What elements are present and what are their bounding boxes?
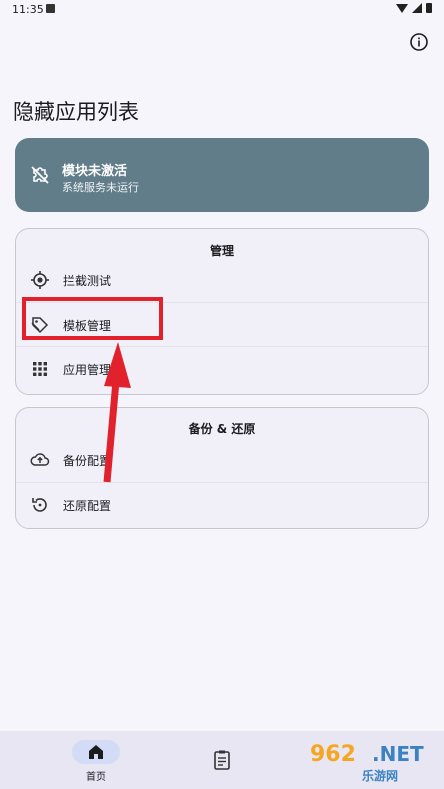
- page-title: 隐藏应用列表: [13, 100, 139, 124]
- clipboard-icon[interactable]: [212, 749, 232, 771]
- menu-item-label: 备份配置: [63, 454, 112, 468]
- menu-item-intercept-test[interactable]: 拦截测试: [16, 258, 428, 302]
- status-bar: 11:35: [0, 0, 444, 20]
- nav-home-label: 首页: [86, 772, 106, 783]
- nav-home[interactable]: 首页: [72, 738, 120, 784]
- apps-grid-icon: [33, 362, 47, 376]
- management-title: 管理: [209, 244, 234, 258]
- extension-off-icon: [31, 166, 49, 184]
- module-status-title: 模块未激活: [62, 164, 128, 179]
- menu-item-app-management[interactable]: 应用管理: [16, 346, 428, 391]
- watermark-main: 962: [310, 742, 356, 767]
- menu-item-restore-config[interactable]: 还原配置: [16, 482, 428, 527]
- restore-icon: [32, 498, 47, 512]
- menu-item-label: 还原配置: [63, 499, 112, 513]
- highlight-box: [22, 297, 163, 340]
- menu-item-label: 拦截测试: [63, 274, 112, 288]
- info-icon[interactable]: [408, 31, 430, 53]
- backup-card: 备份 & 还原 备份配置 还原配置: [15, 407, 429, 529]
- backup-title: 备份 & 还原: [188, 422, 256, 436]
- signal-icon: [412, 3, 422, 13]
- status-indicators: [396, 3, 432, 13]
- target-icon: [31, 271, 49, 289]
- watermark-logo: 962 .NET 乐游网: [302, 740, 440, 786]
- menu-item-backup-config[interactable]: 备份配置: [16, 438, 428, 482]
- wifi-icon: [396, 3, 408, 13]
- watermark-sub: 乐游网: [362, 769, 399, 783]
- notification-icon: [46, 4, 55, 13]
- status-time: 11:35: [12, 3, 44, 16]
- battery-icon: [426, 3, 432, 13]
- module-status-card[interactable]: 模块未激活 系统服务未运行: [15, 138, 429, 212]
- cloud-upload-icon: [30, 453, 50, 466]
- menu-item-label: 应用管理: [63, 363, 112, 377]
- home-icon: [89, 745, 103, 759]
- watermark-net: .NET: [372, 742, 424, 766]
- module-status-subtitle: 系统服务未运行: [62, 181, 139, 194]
